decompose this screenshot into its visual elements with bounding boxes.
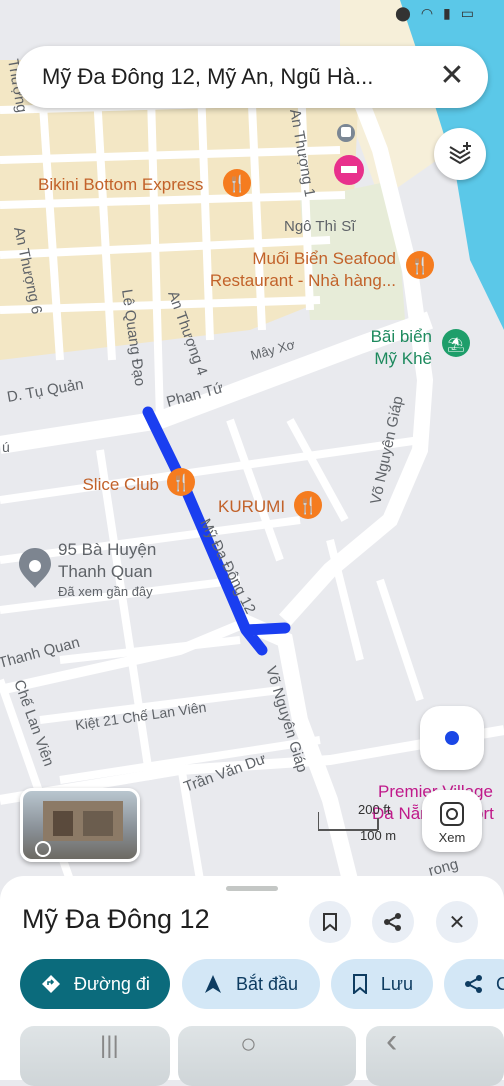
wifi-icon: ◠ — [420, 6, 434, 22]
street-view-icon — [35, 801, 123, 857]
share-icon — [384, 913, 401, 931]
lens-icon — [440, 802, 464, 826]
share-icon — [464, 973, 484, 995]
my-location-icon — [445, 731, 459, 745]
street-label: ú — [2, 439, 10, 455]
directions-button[interactable]: Đường đi — [20, 959, 170, 1009]
directions-icon — [40, 973, 62, 995]
my-location-button[interactable] — [420, 706, 484, 770]
restaurant-icon[interactable]: 🍴 — [406, 251, 434, 279]
hotel-pin-icon[interactable] — [334, 155, 364, 185]
place-pin-icon[interactable] — [19, 548, 51, 588]
lens-button[interactable]: Xem — [422, 790, 482, 852]
poi-label: Restaurant - Nhà hàng... — [210, 271, 396, 290]
svg-text:⛱: ⛱ — [447, 337, 465, 353]
system-nav-bar: ||| ○ ‹ — [0, 1018, 504, 1080]
share-label: C — [496, 973, 504, 994]
start-button[interactable]: Bắt đầu — [182, 959, 320, 1009]
lens-label: Xem — [438, 830, 466, 845]
map-scale: 200 ft 100 m — [317, 802, 418, 843]
restaurant-icon[interactable]: 🍴 — [223, 169, 251, 197]
sheet-drag-handle[interactable] — [226, 886, 278, 891]
directions-label: Đường đi — [74, 973, 150, 994]
navigation-arrow-icon — [202, 973, 224, 995]
bookmark-icon — [351, 973, 369, 995]
poi-label: Thanh Quan — [58, 562, 153, 581]
svg-text:🍴: 🍴 — [410, 256, 430, 275]
poi-label: Bãi biển — [371, 327, 432, 346]
svg-text:🍴: 🍴 — [227, 174, 247, 193]
battery-icon: ▭ — [460, 6, 474, 22]
poi-label: Mỹ Khê — [374, 349, 432, 368]
close-sheet-button[interactable]: ✕ — [436, 901, 478, 943]
svg-text:🍴: 🍴 — [171, 473, 191, 492]
street-label: D. Tụ Quản — [6, 376, 85, 406]
recents-button[interactable]: ||| — [100, 1032, 119, 1060]
share-chip-button[interactable]: C — [444, 959, 504, 1009]
location-status-icon: ⬤ — [395, 6, 411, 22]
search-query[interactable]: Mỹ Đa Đông 12, Mỹ An, Ngũ Hà... — [42, 64, 422, 90]
close-icon: ✕ — [448, 911, 466, 934]
bus-stop-icon[interactable] — [337, 124, 355, 142]
poi-label: Slice Club — [82, 475, 159, 494]
scale-label-m: 100 m — [360, 828, 397, 843]
restaurant-icon[interactable]: 🍴 — [294, 491, 322, 519]
place-title: Mỹ Đa Đông 12 — [22, 904, 210, 934]
save-bookmark-button[interactable] — [309, 901, 351, 943]
save-label: Lưu — [380, 973, 413, 994]
poi-label: KURUMI — [218, 497, 285, 516]
layers-button[interactable] — [434, 128, 486, 180]
home-button[interactable]: ○ — [240, 1028, 257, 1060]
back-button[interactable]: ‹ — [386, 1022, 397, 1061]
search-bar[interactable]: Mỹ Đa Đông 12, Mỹ An, Ngũ Hà... ✕ — [16, 46, 488, 108]
save-button[interactable]: Lưu — [331, 959, 433, 1009]
poi-label: Muối Biển Seafood — [252, 249, 396, 268]
svg-text:🍴: 🍴 — [298, 496, 318, 515]
poi-label: 95 Bà Huyện — [58, 540, 156, 559]
close-icon[interactable]: ✕ — [434, 59, 470, 95]
restaurant-icon[interactable]: 🍴 — [167, 468, 195, 496]
share-button[interactable] — [372, 901, 414, 943]
signal-icon: ▮ — [443, 6, 451, 22]
scale-label-ft: 200 ft — [358, 802, 391, 817]
street-label: Mây Xơ — [249, 337, 297, 363]
poi-label: Bikini Bottom Express — [38, 175, 203, 194]
street-label: Thanh Quan — [0, 634, 82, 672]
layers-icon — [449, 142, 471, 165]
street-label: Ngô Thì Sĩ — [284, 218, 356, 235]
status-bar: ⬤ ◠ ▮ ▭ — [395, 6, 474, 22]
start-label: Bắt đầu — [236, 973, 299, 994]
street-view-thumbnail[interactable] — [20, 788, 140, 862]
bookmark-icon — [323, 913, 337, 931]
poi-label: Đã xem gần đây — [58, 584, 153, 599]
beach-icon[interactable]: ⛱ — [442, 329, 470, 357]
